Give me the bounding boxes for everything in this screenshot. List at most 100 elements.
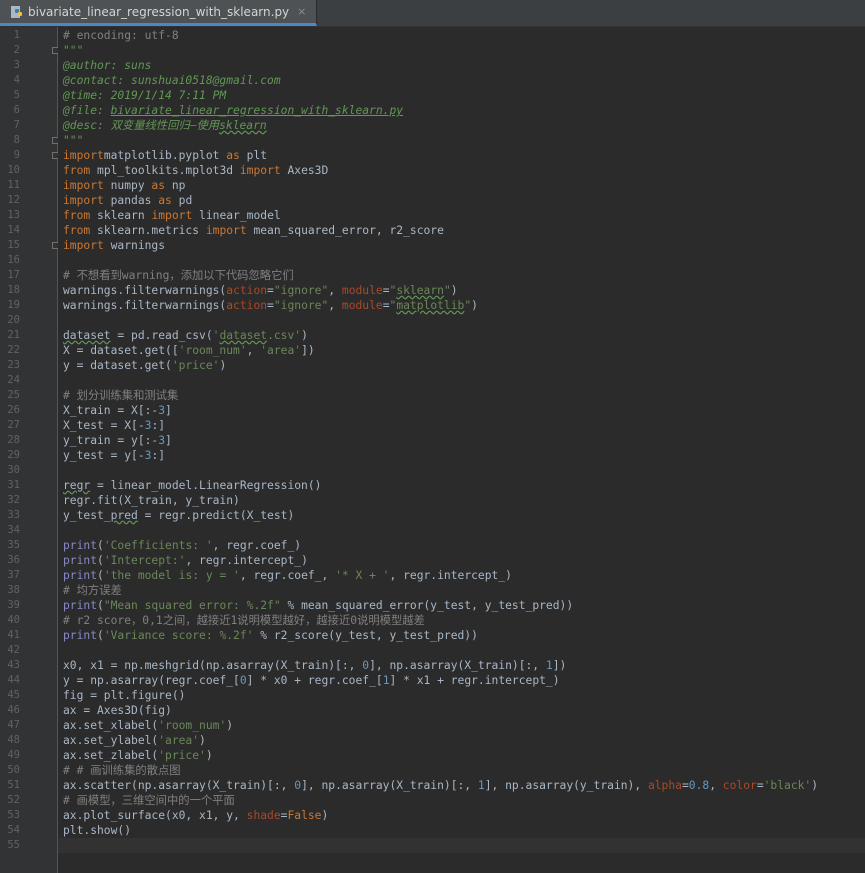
code-line[interactable]: regr = linear_model.LinearRegression() [63, 478, 321, 493]
code-token: plt [239, 149, 268, 162]
code-line[interactable]: @author: suns [63, 58, 151, 73]
code-line[interactable]: ax.set_ylabel('area') [63, 733, 206, 748]
code-token: , regr.intercept_) [389, 569, 512, 582]
code-token: x0, x1 = np.meshgrid(np.asarray(X_train)… [63, 659, 363, 672]
code-line[interactable]: """ [63, 133, 83, 148]
code-line[interactable]: ax.set_xlabel('room_num') [63, 718, 233, 733]
code-token: shade [246, 809, 281, 822]
editor-tab-bar: bivariate_linear_regression_with_sklearn… [0, 0, 865, 27]
line-number: 31 [7, 479, 20, 491]
line-number: 35 [7, 539, 20, 551]
code-line[interactable]: ax.scatter(np.asarray(X_train)[:, 0], np… [63, 778, 818, 793]
code-line[interactable]: print('Coefficients: ', regr.coef_) [63, 538, 301, 553]
code-line[interactable]: x0, x1 = np.meshgrid(np.asarray(X_train)… [63, 658, 566, 673]
code-token: = [382, 299, 390, 312]
code-token: print [63, 569, 98, 582]
code-token: ) [226, 719, 234, 732]
code-line[interactable]: # 均方误差 [63, 583, 122, 598]
code-token: ( [97, 629, 104, 642]
code-line[interactable]: X = dataset.get(['room_num', 'area']) [63, 343, 315, 358]
code-line[interactable]: import pandas as pd [63, 193, 192, 208]
line-number: 8 [13, 134, 20, 146]
code-line[interactable]: # 不想看到warning，添加以下代码忽略它们 [63, 268, 294, 283]
code-token: 'price' [171, 359, 220, 372]
code-token: mpl_toolkits.mplot3d [90, 164, 240, 177]
code-line[interactable]: @contact: sunshuai0518@gmail.com [63, 73, 281, 88]
line-number: 40 [7, 614, 20, 626]
line-number: 28 [7, 434, 20, 446]
code-token: ( [97, 569, 104, 582]
code-line[interactable]: warnings.filterwarnings(action="ignore",… [63, 298, 478, 313]
code-line[interactable]: y_test = y[-3:] [63, 448, 165, 463]
code-token: import [205, 224, 247, 237]
code-token: as [226, 149, 240, 162]
code-line[interactable]: @file: bivariate_linear_regression_with_… [63, 103, 403, 118]
code-line[interactable]: y_test_pred = regr.predict(X_test) [63, 508, 294, 523]
code-line[interactable]: # r2 score，0,1之间，越接近1说明模型越好，越接近0说明模型越差 [63, 613, 425, 628]
line-number: 54 [7, 824, 20, 836]
code-token: @file: [63, 104, 111, 117]
line-number: 2 [13, 44, 20, 56]
code-line[interactable]: from sklearn.metrics import mean_squared… [63, 223, 444, 238]
code-token: ] * x0 + regr.coef_[ [246, 674, 383, 687]
code-token: y_train = y[:- [63, 434, 159, 447]
code-line[interactable]: ax.set_zlabel('price') [63, 748, 213, 763]
code-token: 3 [158, 404, 166, 417]
file-tab[interactable]: bivariate_linear_regression_with_sklearn… [0, 0, 318, 26]
code-token: import [151, 209, 193, 222]
code-token: sklearn [219, 119, 267, 132]
code-line[interactable]: # 画模型，三维空间中的一个平面 [63, 793, 235, 808]
code-line[interactable]: warnings.filterwarnings(action="ignore",… [63, 283, 458, 298]
line-number: 4 [13, 74, 20, 86]
line-number: 30 [7, 464, 20, 476]
code-line[interactable]: print('Variance score: %.2f' % r2_score(… [63, 628, 478, 643]
code-line[interactable]: ax.plot_surface(x0, x1, y, shade=False) [63, 808, 328, 823]
code-line[interactable]: @time: 2019/1/14 7:11 PM [63, 88, 226, 103]
code-token: print [63, 629, 98, 642]
code-line[interactable]: ax = Axes3D(fig) [63, 703, 172, 718]
code-token: print [63, 539, 98, 552]
code-line[interactable]: X_train = X[:-3] [63, 403, 172, 418]
code-token: bivariate_linear_regression_with_sklearn… [110, 104, 404, 117]
close-tab-icon[interactable]: × [297, 5, 306, 18]
code-line[interactable]: y_train = y[:-3] [63, 433, 172, 448]
code-token: ) [219, 359, 227, 372]
line-number: 23 [7, 359, 20, 371]
code-token: 'the model is: y = ' [103, 569, 240, 582]
code-token: ], np.asarray(X_train)[:, [369, 659, 546, 672]
line-number: 19 [7, 299, 20, 311]
code-editor[interactable]: # encoding: utf-8 """ @author: suns @contac… [58, 27, 865, 873]
code-line[interactable]: y = dataset.get('price') [63, 358, 226, 373]
code-token: 'area' [260, 344, 302, 357]
code-line[interactable]: y = np.asarray(regr.coef_[0] * x0 + regr… [63, 673, 560, 688]
code-token: % r2_score(y_test, y_test_pred)) [253, 629, 478, 642]
code-line[interactable]: import warnings [63, 238, 165, 253]
code-line[interactable]: # encoding: utf-8 [63, 28, 179, 43]
code-line[interactable]: @desc: 双变量线性回归—使用sklearn [63, 118, 267, 133]
code-token: import [63, 194, 104, 207]
code-line[interactable]: from mpl_toolkits.mplot3d import Axes3D [63, 163, 328, 178]
line-number: 17 [7, 269, 20, 281]
code-line[interactable]: print('Intercept:', regr.intercept_) [63, 553, 308, 568]
code-line[interactable]: """ [63, 43, 83, 58]
code-token: ( [97, 599, 104, 612]
code-line[interactable]: fig = plt.figure() [63, 688, 185, 703]
code-line[interactable]: from sklearn import linear_model [63, 208, 281, 223]
code-line[interactable]: # # 画训练集的散点图 [63, 763, 181, 778]
line-number: 22 [7, 344, 20, 356]
code-line[interactable]: print("Mean squared error: %.2f" % mean_… [63, 598, 573, 613]
line-number: 29 [7, 449, 20, 461]
code-line[interactable]: # 划分训练集和测试集 [63, 388, 178, 403]
line-number: 52 [7, 794, 20, 806]
code-line[interactable]: print('the model is: y = ', regr.coef_, … [63, 568, 512, 583]
code-line[interactable]: X_test = X[-3:] [63, 418, 165, 433]
code-token: print [63, 599, 98, 612]
code-token: ax.plot_surface(x0, x1, y, [63, 809, 247, 822]
code-line[interactable]: regr.fit(X_train, y_train) [63, 493, 240, 508]
code-line[interactable]: importmatplotlib.pyplot as plt [63, 148, 267, 163]
code-line[interactable]: dataset = pd.read_csv('dataset.csv') [63, 328, 308, 343]
code-token: 'Coefficients: ' [103, 539, 213, 552]
code-line[interactable]: import numpy as np [63, 178, 185, 193]
code-token: ) [321, 809, 329, 822]
code-line[interactable]: plt.show() [63, 823, 131, 838]
